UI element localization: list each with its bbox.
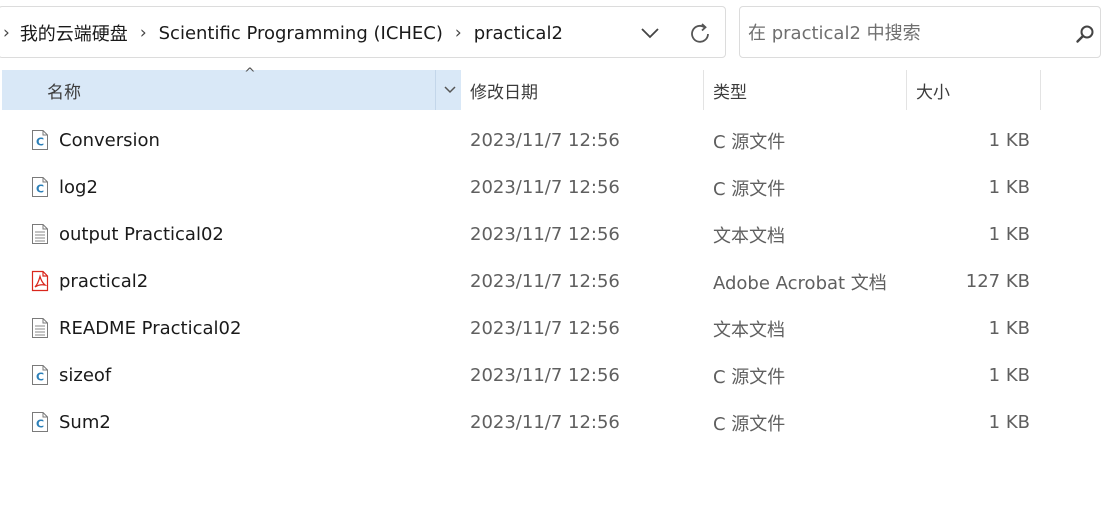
- text-file-icon: [32, 224, 48, 244]
- file-type: 文本文档: [713, 225, 785, 247]
- breadcrumb-separator-icon[interactable]: ›: [128, 23, 159, 43]
- file-date: 2023/11/7 12:56: [470, 224, 620, 245]
- file-size: 1 KB: [988, 412, 1030, 433]
- navigation-bar: › 我的云端硬盘 › Scientific Programming (ICHEC…: [0, 0, 1101, 64]
- search-input[interactable]: [748, 19, 1068, 47]
- file-name: practical2: [59, 271, 149, 292]
- file-size: 1 KB: [988, 177, 1030, 198]
- search-icon[interactable]: [1075, 24, 1095, 44]
- breadcrumb-overflow-chevron-icon[interactable]: ›: [0, 23, 20, 43]
- column-header-type-label: 类型: [713, 82, 747, 103]
- file-type: C 源文件: [713, 131, 786, 153]
- column-header-name[interactable]: ^ 名称: [2, 66, 463, 110]
- file-row-sum2[interactable]: C Sum2 2023/11/7 12:56 C 源文件 1 KB: [0, 399, 1040, 446]
- svg-text:C: C: [36, 136, 44, 149]
- column-header-name-label: 名称: [47, 82, 81, 103]
- c-source-file-icon: C: [32, 412, 48, 432]
- file-date: 2023/11/7 12:56: [470, 365, 620, 386]
- svg-text:C: C: [36, 418, 44, 431]
- pdf-file-icon: [31, 270, 49, 292]
- column-header-date-label: 修改日期: [470, 82, 538, 103]
- file-type: 文本文档: [713, 319, 785, 341]
- column-filter-dropdown[interactable]: [435, 70, 463, 110]
- address-history-chevron-down-icon[interactable]: [639, 24, 661, 42]
- file-row-log2[interactable]: C log2 2023/11/7 12:56 C 源文件 1 KB: [0, 164, 1040, 211]
- file-name: log2: [59, 177, 98, 198]
- text-file-icon: [32, 318, 48, 338]
- sort-ascending-icon: ^: [244, 66, 256, 82]
- svg-text:C: C: [36, 371, 44, 384]
- file-name: Sum2: [59, 412, 111, 433]
- address-bar[interactable]: › 我的云端硬盘 › Scientific Programming (ICHEC…: [0, 6, 726, 58]
- refresh-icon[interactable]: [687, 21, 713, 47]
- file-name: README Practical02: [59, 318, 242, 339]
- file-date: 2023/11/7 12:56: [470, 130, 620, 151]
- file-size: 1 KB: [988, 365, 1030, 386]
- file-row-conversion[interactable]: C Conversion 2023/11/7 12:56 C 源文件 1 KB: [0, 117, 1040, 164]
- file-type: C 源文件: [713, 366, 786, 388]
- file-size: 127 KB: [965, 271, 1030, 292]
- file-row-readme-practical02[interactable]: README Practical02 2023/11/7 12:56 文本文档 …: [0, 305, 1040, 352]
- c-source-file-icon: C: [32, 130, 48, 150]
- file-row-sizeof[interactable]: C sizeof 2023/11/7 12:56 C 源文件 1 KB: [0, 352, 1040, 399]
- file-size: 1 KB: [988, 318, 1030, 339]
- breadcrumb: › 我的云端硬盘 › Scientific Programming (ICHEC…: [0, 7, 563, 59]
- breadcrumb-separator-icon[interactable]: ›: [443, 23, 474, 43]
- file-list: C Conversion 2023/11/7 12:56 C 源文件 1 KB …: [0, 117, 1101, 446]
- search-box[interactable]: [739, 6, 1101, 58]
- c-source-file-icon: C: [32, 365, 48, 385]
- breadcrumb-item-practical2[interactable]: practical2: [474, 23, 563, 44]
- file-size: 1 KB: [988, 224, 1030, 245]
- column-header-size[interactable]: 大小: [916, 70, 1040, 110]
- column-header-row: ^ 名称 修改日期 类型 大小: [0, 66, 1101, 110]
- svg-text:C: C: [36, 183, 44, 196]
- file-name: sizeof: [59, 365, 112, 386]
- file-date: 2023/11/7 12:56: [470, 318, 620, 339]
- breadcrumb-item-my-drive[interactable]: 我的云端硬盘: [20, 20, 128, 46]
- column-header-date[interactable]: 修改日期: [470, 70, 703, 110]
- file-date: 2023/11/7 12:56: [470, 412, 620, 433]
- file-name: Conversion: [59, 130, 160, 151]
- file-type: C 源文件: [713, 413, 786, 435]
- chevron-down-icon: [443, 86, 456, 94]
- column-header-size-label: 大小: [916, 82, 950, 103]
- file-date: 2023/11/7 12:56: [470, 177, 620, 198]
- breadcrumb-item-scientific-programming[interactable]: Scientific Programming (ICHEC): [159, 23, 443, 44]
- file-row-output-practical02[interactable]: output Practical02 2023/11/7 12:56 文本文档 …: [0, 211, 1040, 258]
- file-date: 2023/11/7 12:56: [470, 271, 620, 292]
- column-divider[interactable]: [1040, 70, 1041, 110]
- file-row-practical2[interactable]: practical2 2023/11/7 12:56 Adobe Acrobat…: [0, 258, 1040, 305]
- file-name: output Practical02: [59, 224, 224, 245]
- file-type: Adobe Acrobat 文档: [713, 272, 887, 294]
- file-type: C 源文件: [713, 178, 786, 200]
- column-header-type[interactable]: 类型: [713, 70, 906, 110]
- c-source-file-icon: C: [32, 177, 48, 197]
- column-divider[interactable]: [703, 70, 704, 110]
- file-size: 1 KB: [988, 130, 1030, 151]
- column-divider[interactable]: [906, 70, 907, 110]
